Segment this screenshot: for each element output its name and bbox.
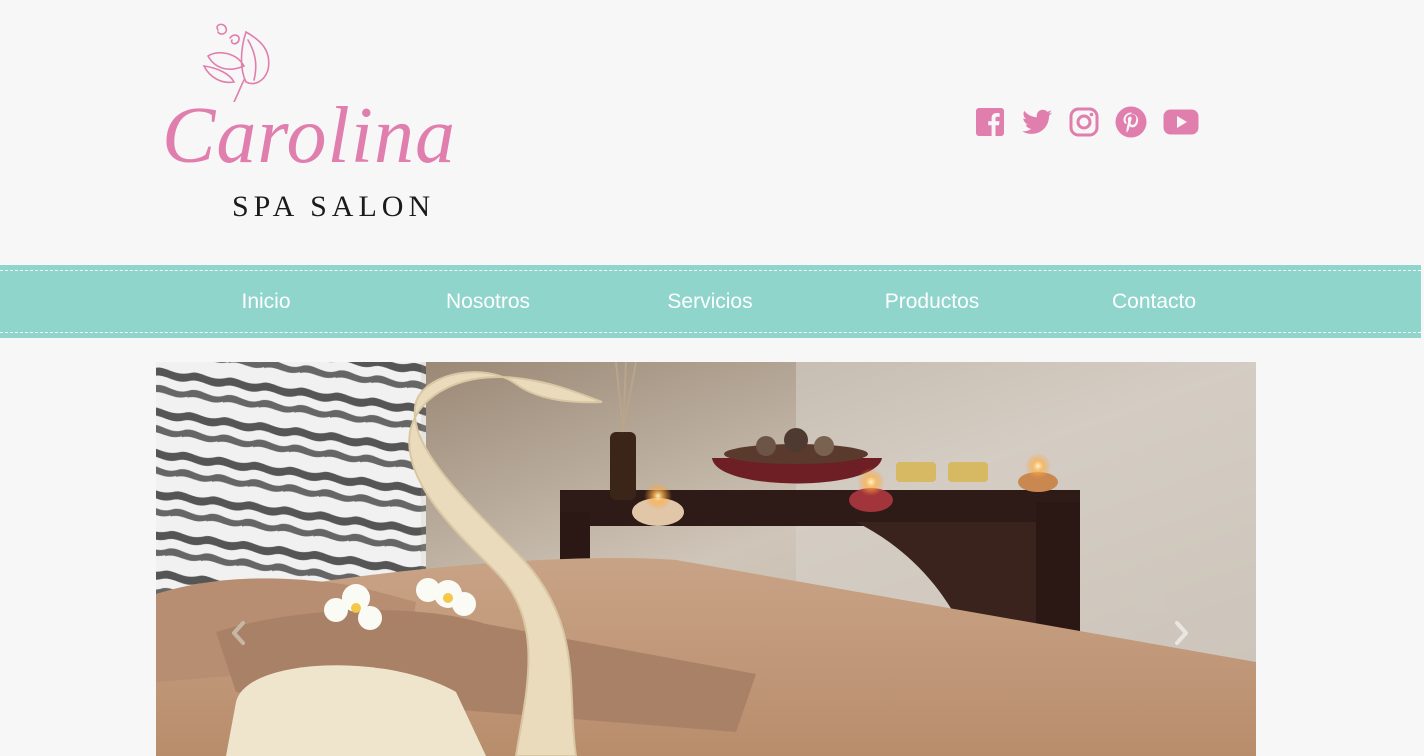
- nav-item-inicio[interactable]: Inicio: [241, 288, 290, 316]
- logo-subtitle: SPA SALON: [232, 190, 436, 223]
- spa-massage-photo: [156, 362, 1256, 756]
- slider-prev-button[interactable]: [228, 620, 250, 646]
- youtube-icon[interactable]: [1163, 104, 1199, 140]
- hero-slider: [156, 362, 1256, 756]
- logo[interactable]: Carolina SPA SALON: [160, 22, 505, 232]
- twitter-icon[interactable]: [1021, 104, 1053, 140]
- instagram-icon[interactable]: [1069, 104, 1099, 140]
- nav-item-nosotros[interactable]: Nosotros: [446, 288, 530, 316]
- pinterest-icon[interactable]: [1115, 104, 1147, 140]
- site-header: Carolina SPA SALON: [0, 0, 1424, 265]
- flower-ornament-icon: [202, 23, 270, 102]
- chevron-left-icon: [232, 621, 245, 645]
- nav-item-productos[interactable]: Productos: [885, 288, 980, 316]
- facebook-icon[interactable]: [975, 104, 1005, 140]
- social-links: [975, 104, 1199, 140]
- chevron-right-icon: [1175, 621, 1188, 645]
- nav-dashed-border-bottom: [0, 332, 1421, 333]
- slider-next-button[interactable]: [1170, 620, 1192, 646]
- nav-dashed-border-top: [0, 270, 1421, 271]
- nav-item-servicios[interactable]: Servicios: [667, 288, 752, 316]
- nav-item-contacto[interactable]: Contacto: [1112, 288, 1196, 316]
- logo-script-name: Carolina: [162, 92, 456, 180]
- main-nav: Inicio Nosotros Servicios Productos Cont…: [0, 265, 1421, 338]
